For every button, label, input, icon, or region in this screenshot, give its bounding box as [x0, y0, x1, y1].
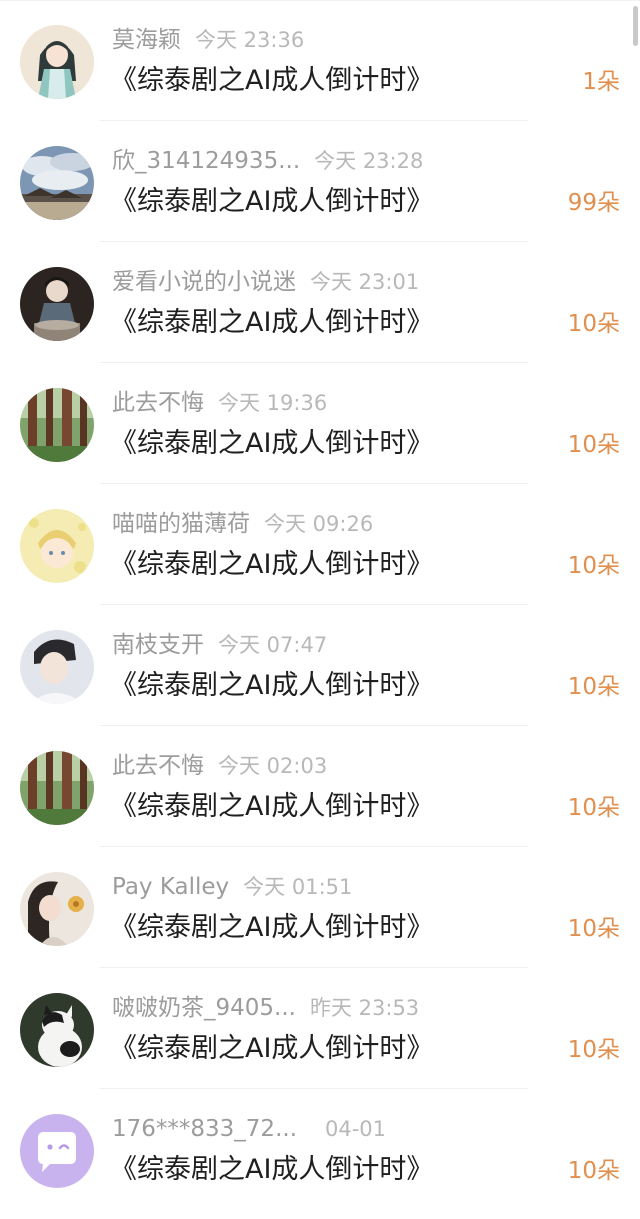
- timestamp: 今天 19:36: [218, 391, 328, 415]
- book-title[interactable]: 《综泰剧之AI成人倒计时》: [110, 62, 433, 100]
- book-title[interactable]: 《综泰剧之AI成人倒计时》: [110, 1151, 433, 1189]
- list-item[interactable]: 莫海颖 今天 23:36 《综泰剧之AI成人倒计时》 1朵: [0, 0, 640, 121]
- gift-count: 10朵: [567, 311, 620, 337]
- list-item[interactable]: 此去不悔 今天 19:36 《综泰剧之AI成人倒计时》 10朵: [0, 363, 640, 484]
- avatar[interactable]: [20, 872, 94, 946]
- list-item[interactable]: 啵啵奶茶_9405... 昨天 23:53 《综泰剧之AI成人倒计时》 10朵: [0, 968, 640, 1089]
- gift-count: 99朵: [567, 190, 620, 216]
- timestamp: 今天 07:47: [218, 633, 328, 657]
- entry-meta: 莫海颖 今天 23:36: [112, 24, 304, 56]
- gift-count: 10朵: [567, 916, 620, 942]
- gift-count: 10朵: [567, 795, 620, 821]
- avatar[interactable]: [20, 388, 94, 462]
- gift-count: 10朵: [567, 1158, 620, 1184]
- book-title[interactable]: 《综泰剧之AI成人倒计时》: [110, 425, 433, 463]
- timestamp: 今天 02:03: [218, 754, 328, 778]
- avatar[interactable]: [20, 509, 94, 583]
- book-title[interactable]: 《综泰剧之AI成人倒计时》: [110, 546, 433, 584]
- portrait-avatar-icon: [20, 630, 94, 704]
- avatar[interactable]: [20, 25, 94, 99]
- avatar[interactable]: [20, 1114, 94, 1188]
- entry-meta: 喵喵的猫薄荷 今天 09:26: [112, 508, 373, 540]
- entry-meta: 南枝支开 今天 07:47: [112, 629, 327, 661]
- avatar[interactable]: [20, 993, 94, 1067]
- scrollbar[interactable]: [633, 6, 638, 46]
- user-name[interactable]: 莫海颖: [112, 27, 181, 53]
- forest-avatar-icon: [20, 751, 94, 825]
- entry-meta: 此去不悔 今天 02:03: [112, 750, 327, 782]
- gift-count: 10朵: [567, 674, 620, 700]
- user-name[interactable]: 176***833_72...: [112, 1116, 297, 1142]
- list-item[interactable]: 欣_314124935... 今天 23:28 《综泰剧之AI成人倒计时》 99朵: [0, 121, 640, 242]
- user-name[interactable]: Pay Kalley: [112, 874, 229, 900]
- avatar[interactable]: [20, 751, 94, 825]
- user-name[interactable]: 啵啵奶茶_9405...: [112, 995, 296, 1021]
- timestamp: 今天 23:36: [195, 28, 305, 52]
- entry-meta: 啵啵奶茶_9405... 昨天 23:53: [112, 992, 419, 1024]
- timestamp: 今天 09:26: [264, 512, 374, 536]
- anime-girl-avatar-icon: [20, 25, 94, 99]
- book-title[interactable]: 《综泰剧之AI成人倒计时》: [110, 1030, 433, 1068]
- cat-avatar-icon: [20, 993, 94, 1067]
- gift-count: 10朵: [567, 1037, 620, 1063]
- timestamp: 今天 01:51: [243, 875, 353, 899]
- book-title[interactable]: 《综泰剧之AI成人倒计时》: [110, 304, 433, 342]
- user-name[interactable]: 此去不悔: [112, 753, 204, 779]
- entry-meta: Pay Kalley 今天 01:51: [112, 871, 352, 903]
- entry-meta: 欣_314124935... 今天 23:28: [112, 145, 423, 177]
- avatar[interactable]: [20, 630, 94, 704]
- avatar[interactable]: [20, 146, 94, 220]
- user-name[interactable]: 欣_314124935...: [112, 148, 300, 174]
- timestamp: 昨天 23:53: [309, 996, 420, 1020]
- gift-record-list[interactable]: 莫海颖 今天 23:36 《综泰剧之AI成人倒计时》 1朵 欣_314124935…: [0, 0, 640, 1210]
- gift-count: 10朵: [567, 432, 620, 458]
- forest-avatar-icon: [20, 388, 94, 462]
- doll-figure-avatar-icon: [20, 267, 94, 341]
- entry-meta: 176***833_72... 04-01: [112, 1113, 386, 1145]
- timestamp: 今天 23:28: [314, 149, 424, 173]
- woman-flower-avatar-icon: [20, 872, 94, 946]
- list-item[interactable]: Pay Kalley 今天 01:51 《综泰剧之AI成人倒计时》 10朵: [0, 847, 640, 968]
- book-title[interactable]: 《综泰剧之AI成人倒计时》: [110, 909, 433, 947]
- timestamp: 今天 23:01: [310, 270, 420, 294]
- list-item[interactable]: 176***833_72... 04-01 《综泰剧之AI成人倒计时》 10朵: [0, 1089, 640, 1210]
- avatar[interactable]: [20, 267, 94, 341]
- sky-temple-avatar-icon: [20, 146, 94, 220]
- book-title[interactable]: 《综泰剧之AI成人倒计时》: [110, 183, 433, 221]
- user-name[interactable]: 南枝支开: [112, 632, 204, 658]
- book-title[interactable]: 《综泰剧之AI成人倒计时》: [110, 667, 433, 705]
- entry-meta: 爱看小说的小说迷 今天 23:01: [112, 266, 419, 298]
- entry-meta: 此去不悔 今天 19:36: [112, 387, 327, 419]
- gift-count: 1朵: [582, 69, 620, 95]
- list-item[interactable]: 爱看小说的小说迷 今天 23:01 《综泰剧之AI成人倒计时》 10朵: [0, 242, 640, 363]
- list-item[interactable]: 此去不悔 今天 02:03 《综泰剧之AI成人倒计时》 10朵: [0, 726, 640, 847]
- timestamp: 04-01: [325, 1117, 387, 1141]
- user-name[interactable]: 爱看小说的小说迷: [112, 269, 296, 295]
- user-name[interactable]: 喵喵的猫薄荷: [112, 511, 250, 537]
- gift-count: 10朵: [567, 553, 620, 579]
- book-title[interactable]: 《综泰剧之AI成人倒计时》: [110, 788, 433, 826]
- list-item[interactable]: 喵喵的猫薄荷 今天 09:26 《综泰剧之AI成人倒计时》 10朵: [0, 484, 640, 605]
- default-chat-avatar-icon: [20, 1114, 94, 1188]
- list-item[interactable]: 南枝支开 今天 07:47 《综泰剧之AI成人倒计时》 10朵: [0, 605, 640, 726]
- user-name[interactable]: 此去不悔: [112, 390, 204, 416]
- cartoon-face-avatar-icon: [20, 509, 94, 583]
